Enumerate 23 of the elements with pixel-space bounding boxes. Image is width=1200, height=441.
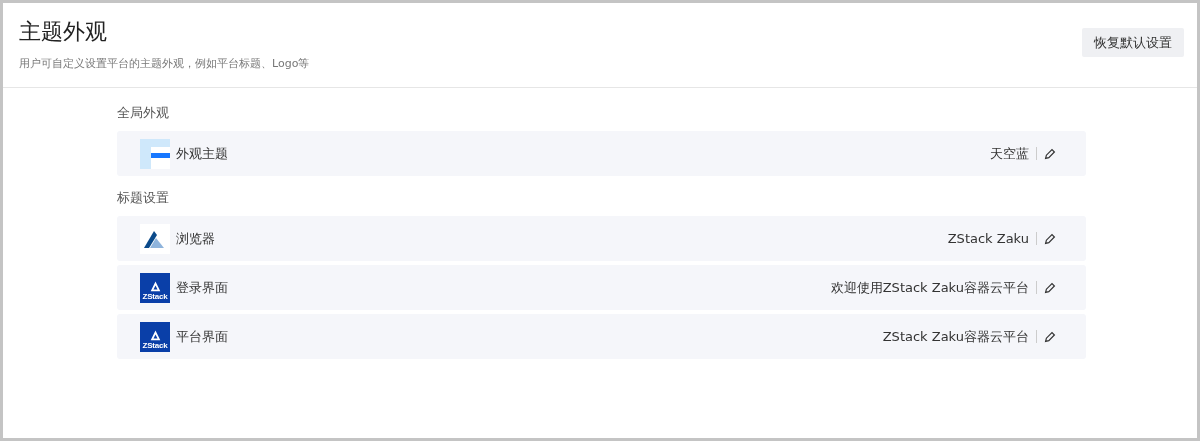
logo-icon <box>140 223 170 254</box>
setting-value: ZStack Zaku <box>947 231 1029 246</box>
theme-icon <box>140 138 170 169</box>
setting-value: 欢迎使用ZStack Zaku容器云平台 <box>830 278 1029 297</box>
setting-value: ZStack Zaku容器云平台 <box>882 327 1029 346</box>
edit-icon[interactable] <box>1044 232 1056 245</box>
triangle-icon <box>148 279 162 292</box>
reset-button[interactable]: 恢复默认设置 <box>1082 28 1184 57</box>
edit-icon[interactable] <box>1044 281 1056 294</box>
setting-label: 浏览器 <box>176 229 216 248</box>
logo-text: ZStack <box>142 291 168 301</box>
setting-label: 外观主题 <box>176 144 229 163</box>
setting-label: 平台界面 <box>176 327 229 346</box>
edit-icon[interactable] <box>1044 330 1056 343</box>
logo-text: ZStack <box>142 340 168 350</box>
page-title: 主题外观 <box>19 18 108 46</box>
triangle-icon <box>148 328 162 341</box>
section-title: 全局外观 <box>117 105 170 121</box>
setting-label: 登录界面 <box>176 278 229 297</box>
edit-icon[interactable] <box>1044 147 1056 160</box>
section-title: 标题设置 <box>117 190 170 206</box>
page-subtitle: 用户可自定义设置平台的主题外观，例如平台标题、Logo等 <box>19 56 310 71</box>
setting-value: 天空蓝 <box>990 144 1029 163</box>
